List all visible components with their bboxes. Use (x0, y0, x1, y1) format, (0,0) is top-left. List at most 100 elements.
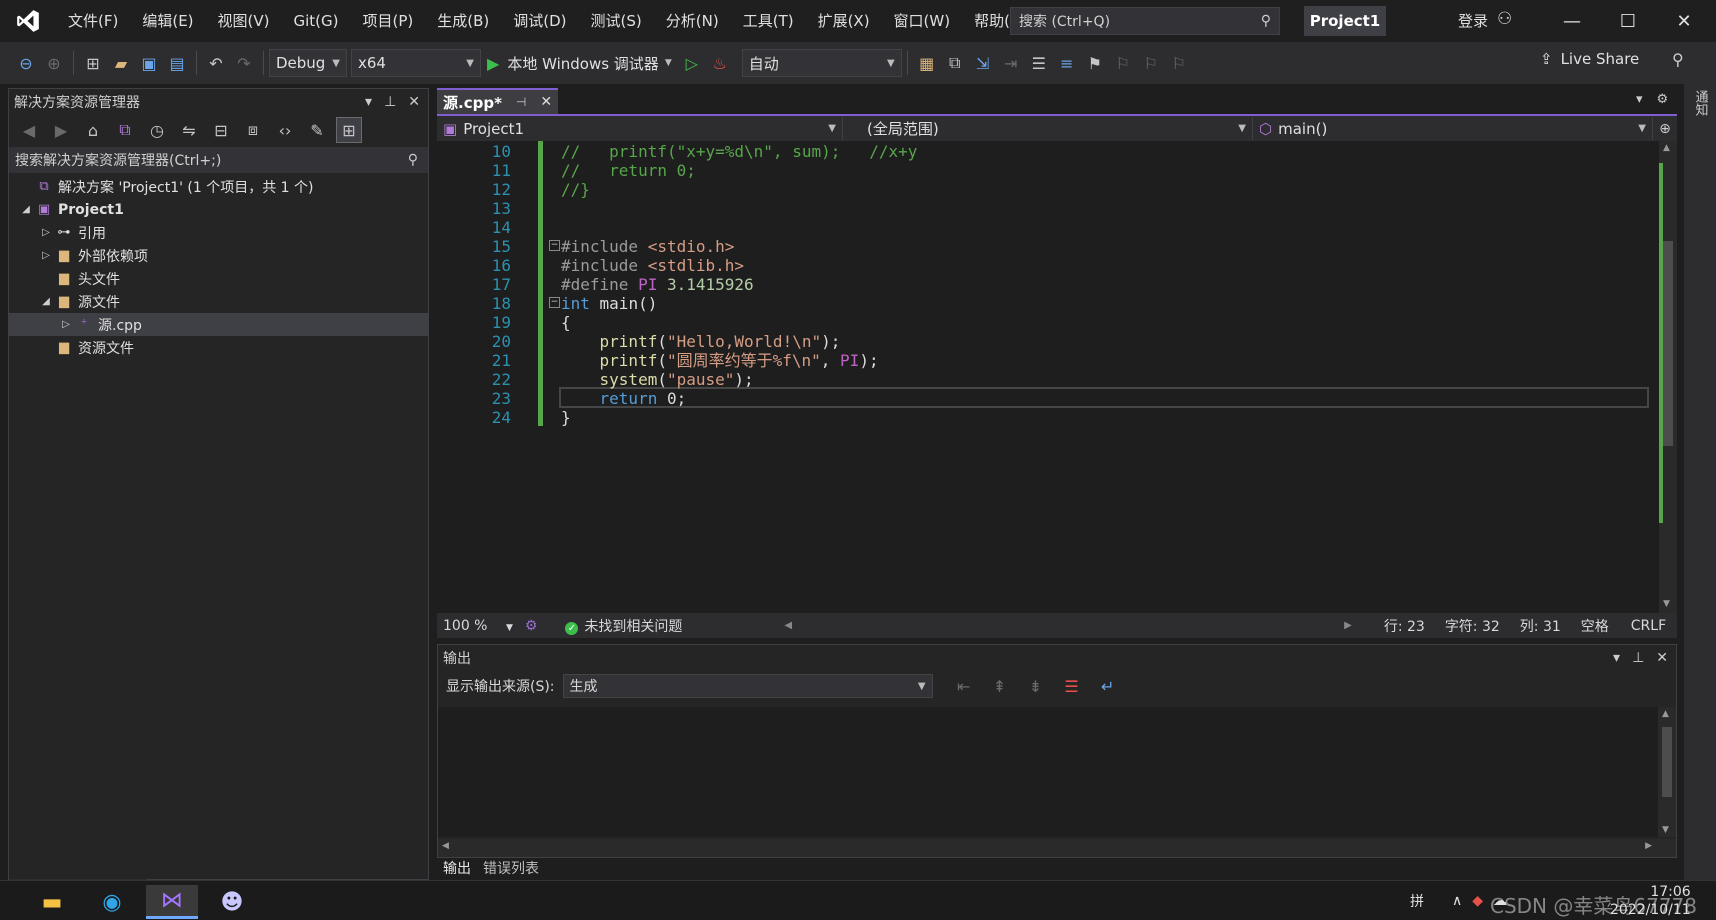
undo-icon[interactable]: ↶ (203, 50, 229, 76)
output-tab[interactable]: 输出 (437, 858, 477, 880)
code-editor[interactable]: 10 11 12 13 14 15 16 17 18 19 20 21 22 23 24 // printf… (437, 141, 1677, 613)
pin-icon[interactable]: ⊣ (516, 95, 526, 109)
tree-item[interactable]: ▷ ⊶ 引用 (9, 221, 428, 244)
solution-folder-icon[interactable]: ▦ (914, 50, 940, 76)
tree-item[interactable]: ⧉ 解决方案 'Project1' (1 个项目，共 1 个) (9, 175, 428, 198)
clear-all-icon[interactable]: ☰ (1059, 673, 1085, 699)
expand-icon[interactable]: ▷ (37, 250, 55, 261)
login-link[interactable]: 登录 (1458, 10, 1488, 31)
line-ending-indicator[interactable]: CRLF (1625, 618, 1672, 634)
start-debugging-button[interactable]: ▶ 本地 Windows 调试器 ▼ (481, 53, 678, 74)
char-indicator[interactable]: 字符: 32 (1439, 616, 1506, 636)
open-file-icon[interactable]: ▰ (108, 50, 134, 76)
expand-icon[interactable]: ▷ (37, 227, 55, 238)
tree-item[interactable]: ◢ ▣ Project1 (9, 198, 428, 221)
menu-item[interactable]: 工具(T) (731, 0, 806, 42)
project-nav-dropdown[interactable]: ▣ Project1 ▼ (437, 117, 843, 140)
scroll-left-icon[interactable]: ◀ (442, 841, 449, 851)
tree-item[interactable]: ▷ ▆ 外部依赖项 (9, 244, 428, 267)
col-indicator[interactable]: 列: 31 (1514, 616, 1567, 636)
search-icon[interactable]: ⚲ (1261, 13, 1271, 29)
tree-item[interactable]: ▆ 头文件 (9, 267, 428, 290)
scroll-left-icon[interactable]: ◀ (778, 620, 798, 631)
tree-item[interactable]: ◢ ▆ 源文件 (9, 290, 428, 313)
ime-indicator[interactable]: 拼 (1410, 891, 1424, 911)
previous-bookmark-icon[interactable]: ⚐ (1110, 50, 1136, 76)
collapse-icon[interactable]: ◢ (17, 204, 35, 215)
forward-icon[interactable]: ▶ (48, 117, 74, 143)
account-icon[interactable]: ⚇ (1497, 9, 1512, 29)
new-project-icon[interactable]: ⊞ (80, 50, 106, 76)
whitespace-indicator[interactable]: 空格 (1575, 616, 1615, 636)
output-text-area[interactable] (438, 707, 1676, 837)
line-indicator[interactable]: 行: 23 (1378, 616, 1431, 636)
collapse-icon[interactable]: ◢ (37, 296, 55, 307)
menu-item[interactable]: 编辑(E) (130, 0, 205, 42)
solution-search-input[interactable]: 搜索解决方案资源管理器(Ctrl+;) ⚲ (9, 147, 428, 173)
tray-expand-icon[interactable]: ∧ (1452, 893, 1462, 909)
notifications-tab[interactable]: 通知 (1691, 90, 1710, 116)
fold-toggle-icon[interactable]: − (549, 297, 560, 308)
menu-item[interactable]: 视图(V) (206, 0, 282, 42)
close-tab-icon[interactable]: ✕ (540, 94, 552, 110)
output-source-dropdown[interactable]: 生成 ▼ (562, 674, 933, 698)
fold-toggle-icon[interactable]: − (549, 240, 560, 251)
scroll-right-icon[interactable]: ▶ (1338, 620, 1358, 631)
expand-icon[interactable]: ▷ (57, 319, 75, 330)
maximize-button[interactable]: ☐ (1600, 0, 1656, 42)
uncomment-lines-icon[interactable]: ≡ (1054, 50, 1080, 76)
navigate-back-icon[interactable]: ⊖ (13, 50, 39, 76)
sync-icon[interactable]: ⇋ (176, 117, 202, 143)
edge-browser-icon[interactable]: ◉ (86, 885, 138, 919)
project-name-badge[interactable]: Project1 (1304, 6, 1386, 36)
navigate-forward-icon[interactable]: ⊕ (41, 50, 67, 76)
switch-views-icon[interactable]: ⧉ (112, 117, 138, 143)
output-horizontal-scrollbar[interactable]: ◀ ▶ (438, 839, 1676, 857)
previous-message-icon[interactable]: ⇞ (987, 673, 1013, 699)
save-all-icon[interactable]: ▤ (164, 50, 190, 76)
show-all-files-icon[interactable]: ⧈ (240, 117, 266, 143)
visual-studio-logo-icon[interactable] (0, 0, 56, 42)
bookmark-icon[interactable]: ⚑ (1082, 50, 1108, 76)
scope-nav-dropdown[interactable]: (全局范围) ▼ (843, 117, 1253, 140)
step-into-icon[interactable]: ⇲ (970, 50, 996, 76)
menu-item[interactable]: 文件(F) (56, 0, 130, 42)
menu-item[interactable]: 窗口(W) (882, 0, 963, 42)
tree-item[interactable]: ▆ 资源文件 (9, 336, 428, 359)
tree-item[interactable]: ▷ ⁺ 源.cpp (9, 313, 428, 336)
output-tab[interactable]: 错误列表 (477, 858, 545, 880)
window-layout-icon[interactable]: ⧉ (942, 50, 968, 76)
split-editor-icon[interactable]: ⊕ (1653, 121, 1677, 137)
scrollbar-thumb[interactable] (1662, 727, 1672, 797)
search-input[interactable]: 搜索 (Ctrl+Q) ⚲ (1010, 7, 1280, 35)
menu-item[interactable]: 调试(D) (501, 0, 578, 42)
menu-item[interactable]: 生成(B) (425, 0, 501, 42)
close-button[interactable]: ✕ (1656, 0, 1712, 42)
preview-selected-icon[interactable]: ⊞ (336, 117, 362, 143)
collapse-all-icon[interactable]: ⊟ (208, 117, 234, 143)
scroll-up-icon[interactable]: ▲ (1662, 709, 1669, 719)
clear-bookmarks-icon[interactable]: ⚐ (1166, 50, 1192, 76)
output-vertical-scrollbar[interactable]: ▲ ▼ (1658, 707, 1676, 837)
gear-icon[interactable]: ⚙ (1657, 92, 1669, 107)
zoom-dropdown[interactable]: 100 % ▼ (437, 618, 519, 634)
scrollbar-thumb[interactable] (1663, 241, 1673, 446)
live-share-button[interactable]: ⇪ Live Share (1540, 50, 1639, 68)
close-icon[interactable]: ✕ (1656, 650, 1668, 666)
member-nav-dropdown[interactable]: ⬡ main() ▼ (1253, 117, 1653, 140)
next-message-icon[interactable]: ⇟ (1023, 673, 1049, 699)
word-wrap-icon[interactable]: ↵ (1095, 673, 1121, 699)
menu-item[interactable]: 扩展(X) (806, 0, 882, 42)
configuration-dropdown[interactable]: Debug ▼ (269, 49, 347, 77)
solution-mode-dropdown[interactable]: 自动 ▼ (741, 49, 902, 77)
home-icon[interactable]: ⌂ (80, 117, 106, 143)
menu-item[interactable]: 测试(S) (579, 0, 654, 42)
user-app-icon[interactable]: ☻ (206, 885, 258, 919)
document-tab[interactable]: 源.cpp* ⊣ ✕ (437, 88, 559, 114)
chevron-down-icon[interactable]: ▾ (1613, 650, 1620, 666)
save-icon[interactable]: ▣ (136, 50, 162, 76)
issues-indicator[interactable]: ✓ 未找到相关问题 (559, 616, 688, 636)
close-icon[interactable]: ✕ (408, 94, 420, 110)
visual-studio-taskbar-icon[interactable]: ⋈ (146, 885, 198, 919)
hot-reload-icon[interactable]: ♨ (707, 50, 733, 76)
